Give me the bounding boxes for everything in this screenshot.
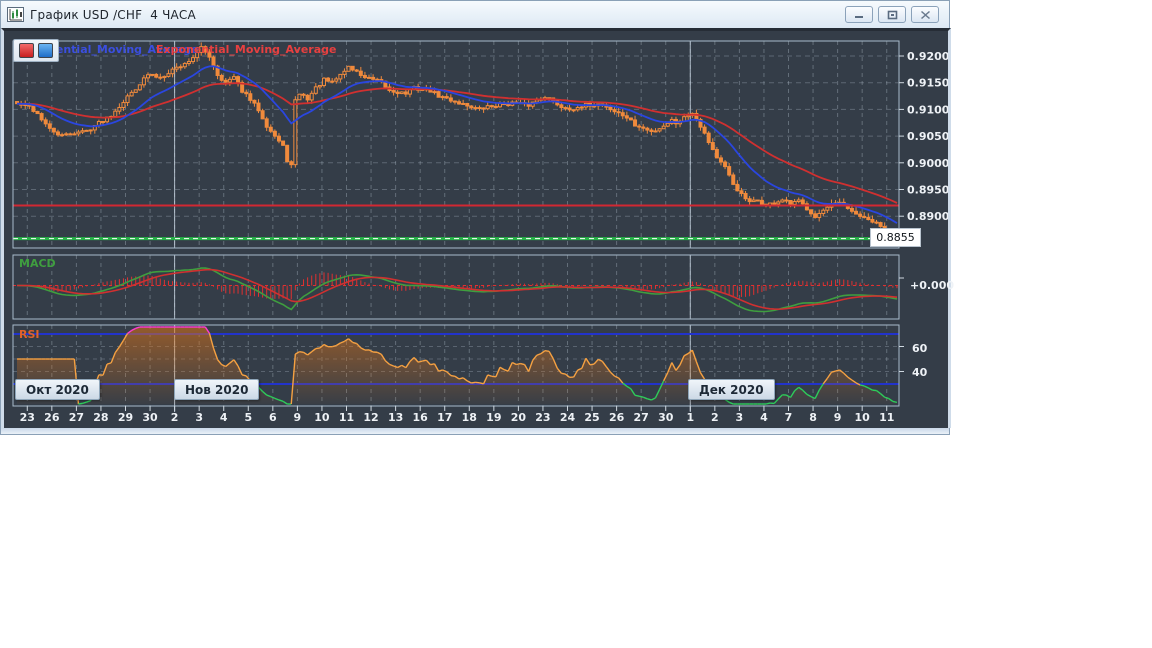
svg-text:0.9150: 0.9150 bbox=[907, 77, 948, 90]
window-bottom-edge bbox=[1, 428, 949, 434]
svg-text:0.9050: 0.9050 bbox=[907, 130, 948, 143]
svg-text:10: 10 bbox=[314, 411, 330, 424]
svg-text:26: 26 bbox=[44, 411, 60, 424]
rsi-panel-label: RSI bbox=[19, 328, 40, 341]
svg-text:30: 30 bbox=[142, 411, 158, 424]
chart-app-icon bbox=[7, 7, 24, 22]
svg-text:17: 17 bbox=[437, 411, 452, 424]
svg-text:18: 18 bbox=[462, 411, 477, 424]
macd-axis-value: +0.000 bbox=[910, 279, 955, 292]
svg-text:27: 27 bbox=[69, 411, 84, 424]
window-controls bbox=[845, 6, 943, 23]
svg-text:11: 11 bbox=[339, 411, 354, 424]
svg-text:0.8900: 0.8900 bbox=[907, 210, 948, 223]
month-label-dec: Дек 2020 bbox=[688, 379, 775, 400]
maximize-button[interactable] bbox=[878, 6, 906, 23]
close-button[interactable] bbox=[911, 6, 939, 23]
svg-text:2: 2 bbox=[711, 411, 719, 424]
svg-text:4: 4 bbox=[760, 411, 768, 424]
macd-panel-label: MACD bbox=[19, 257, 56, 270]
svg-text:20: 20 bbox=[511, 411, 527, 424]
svg-text:16: 16 bbox=[413, 411, 429, 424]
svg-text:9: 9 bbox=[294, 411, 302, 424]
window-titlebar[interactable]: График USD /CHF 4 ЧАСА bbox=[1, 1, 949, 28]
chart-window: График USD /CHF 4 ЧАСА 0.9200 0.9150 0.910… bbox=[0, 0, 955, 435]
svg-text:8: 8 bbox=[809, 411, 817, 424]
svg-text:0.8950: 0.8950 bbox=[907, 184, 948, 197]
current-price-box: 0.8855 bbox=[870, 228, 921, 247]
svg-text:30: 30 bbox=[658, 411, 674, 424]
svg-text:3: 3 bbox=[736, 411, 744, 424]
svg-text:26: 26 bbox=[609, 411, 625, 424]
svg-text:19: 19 bbox=[486, 411, 501, 424]
svg-text:9: 9 bbox=[834, 411, 842, 424]
blue-swatch-button[interactable] bbox=[38, 43, 53, 58]
rsi-tick-60: 60 bbox=[912, 342, 928, 355]
svg-text:23: 23 bbox=[535, 411, 550, 424]
svg-text:0.9100: 0.9100 bbox=[907, 103, 948, 116]
indicator-swatches bbox=[13, 39, 59, 62]
svg-text:13: 13 bbox=[388, 411, 403, 424]
svg-text:5: 5 bbox=[244, 411, 252, 424]
svg-text:25: 25 bbox=[584, 411, 599, 424]
chart-canvas[interactable]: 0.9200 0.9150 0.9100 0.9050 0.9000 0.8950 0.89… bbox=[4, 31, 948, 428]
svg-text:28: 28 bbox=[93, 411, 108, 424]
svg-text:2: 2 bbox=[171, 411, 179, 424]
svg-text:29: 29 bbox=[118, 411, 133, 424]
desktop: График USD /CHF 4 ЧАСА 0.9200 0.9150 0.910… bbox=[0, 0, 1152, 648]
svg-text:6: 6 bbox=[269, 411, 277, 424]
svg-text:3: 3 bbox=[195, 411, 203, 424]
legend-ema-red: Exponential_Moving_Average bbox=[156, 43, 337, 56]
month-label-nov: Нов 2020 bbox=[174, 379, 260, 400]
chart-body: 0.9200 0.9150 0.9100 0.9050 0.9000 0.8950 0.89… bbox=[1, 28, 955, 428]
svg-text:12: 12 bbox=[363, 411, 378, 424]
svg-text:1: 1 bbox=[686, 411, 694, 424]
svg-text:4: 4 bbox=[220, 411, 228, 424]
svg-text:10: 10 bbox=[855, 411, 871, 424]
svg-text:0.9000: 0.9000 bbox=[907, 157, 948, 170]
svg-text:23: 23 bbox=[20, 411, 35, 424]
minimize-button[interactable] bbox=[845, 6, 873, 23]
svg-text:0.9200: 0.9200 bbox=[907, 50, 948, 63]
svg-text:7: 7 bbox=[785, 411, 793, 424]
svg-text:27: 27 bbox=[634, 411, 649, 424]
window-title: График USD /CHF 4 ЧАСА bbox=[30, 7, 196, 22]
rsi-tick-40: 40 bbox=[912, 366, 928, 379]
svg-text:24: 24 bbox=[560, 411, 576, 424]
svg-text:11: 11 bbox=[879, 411, 894, 424]
month-label-oct: Окт 2020 bbox=[15, 379, 100, 400]
red-swatch-button[interactable] bbox=[19, 43, 34, 58]
